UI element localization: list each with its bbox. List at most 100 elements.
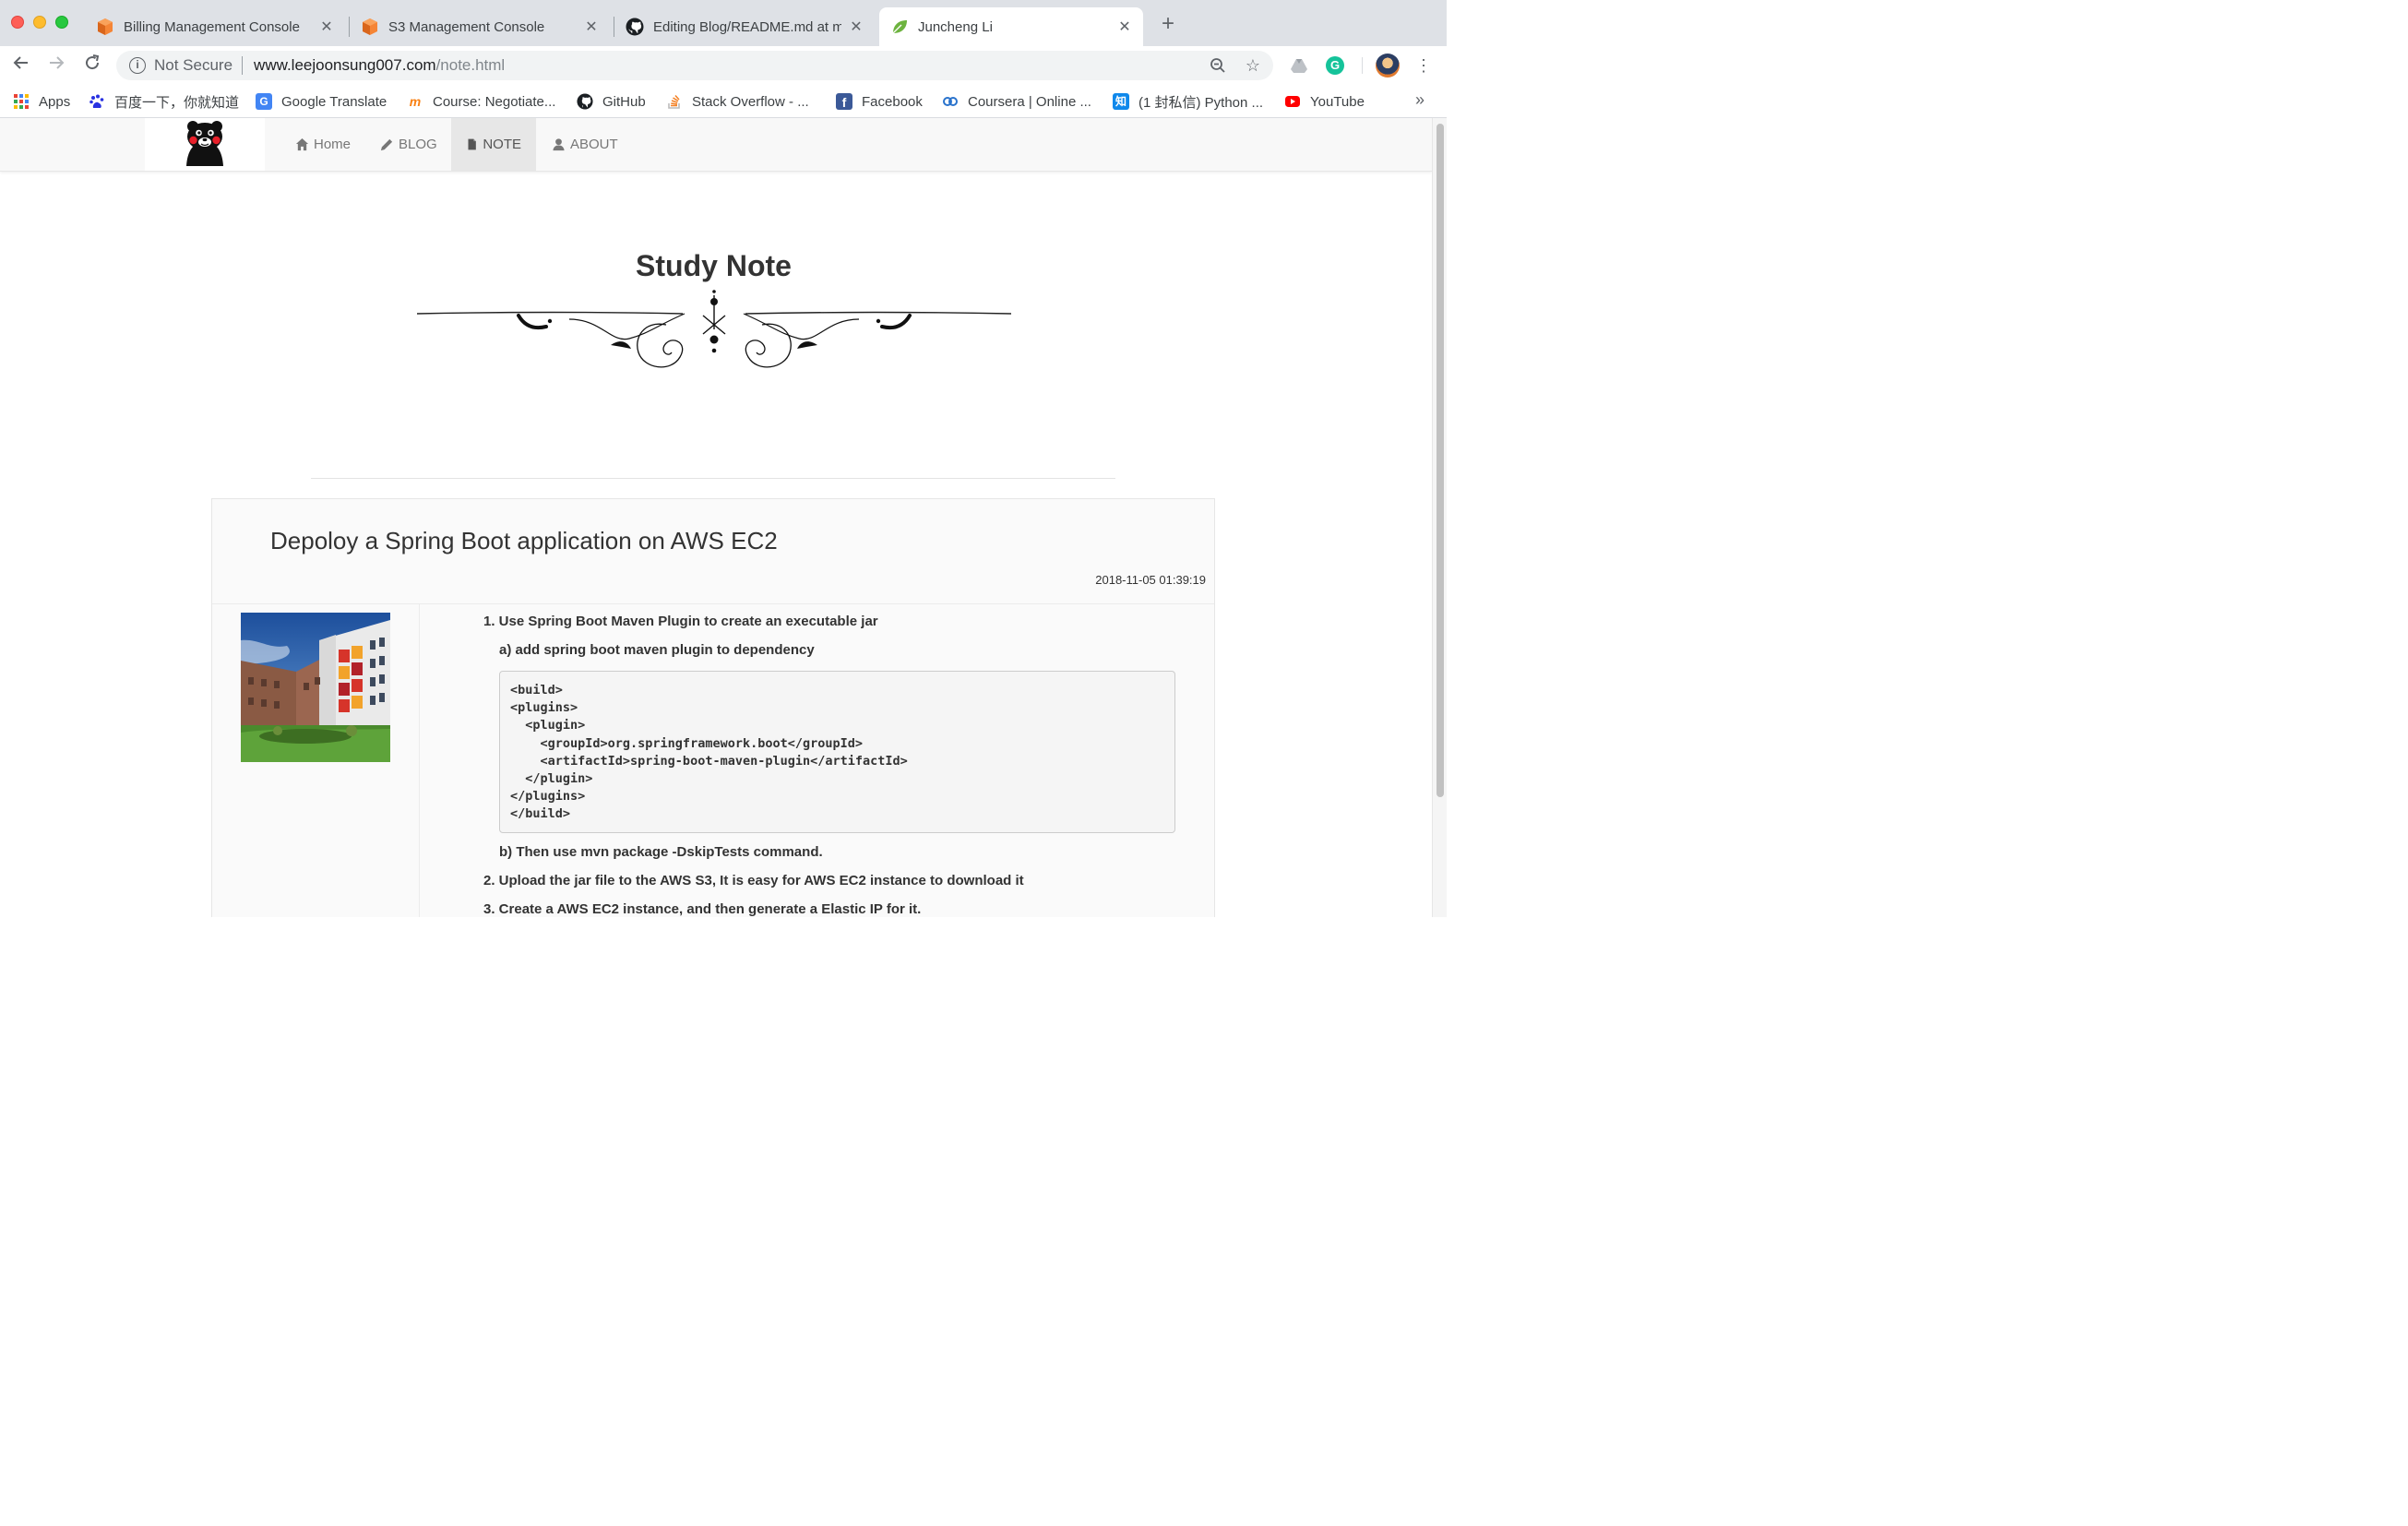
step-1a: a) add spring boot maven plugin to depen… xyxy=(499,642,815,658)
tab-title: S3 Management Console xyxy=(388,18,545,35)
note-sidebar xyxy=(212,604,420,917)
grammarly-icon[interactable]: G xyxy=(1326,56,1344,75)
bookmark-youtube[interactable]: YouTube xyxy=(1284,92,1365,111)
bookmark-apps[interactable]: Apps xyxy=(13,92,70,111)
bookmark-baidu[interactable]: 百度一下，你就知道 xyxy=(89,92,239,111)
step-3: 3. Create a AWS EC2 instance, and then g… xyxy=(483,901,922,917)
step-1: 1. Use Spring Boot Maven Plugin to creat… xyxy=(483,614,878,629)
bookmark-facebook[interactable]: f Facebook xyxy=(836,92,923,111)
aws-cube-icon xyxy=(98,18,113,35)
bookmark-label: Coursera | Online ... xyxy=(968,93,1091,110)
info-icon[interactable]: i xyxy=(129,57,146,74)
bookmark-coursera[interactable]: Coursera | Online ... xyxy=(942,92,1091,111)
leaf-icon xyxy=(892,20,907,34)
note-card: Depoloy a Spring Boot application on AWS… xyxy=(211,498,1215,917)
profile-avatar[interactable] xyxy=(1376,54,1400,77)
baidu-paw-icon xyxy=(89,94,104,108)
bookmark-label: Course: Negotiate... xyxy=(433,93,556,110)
stackoverflow-icon xyxy=(668,95,680,109)
close-icon[interactable]: ✕ xyxy=(1117,18,1132,36)
tab-strip: Billing Management Console ✕ S3 Manageme… xyxy=(0,0,1447,46)
bookmark-google-translate[interactable]: G Google Translate xyxy=(256,92,387,111)
step-2: 2. Upload the jar file to the AWS S3, It… xyxy=(483,873,1024,888)
bookmark-zhihu[interactable]: 知 (1 封私信) Python ... xyxy=(1113,92,1263,111)
page-title: Study Note xyxy=(636,249,792,282)
nav-label: ABOUT xyxy=(570,137,618,152)
moodle-icon: m xyxy=(409,94,422,109)
bookmark-label: GitHub xyxy=(602,93,646,110)
close-icon[interactable]: ✕ xyxy=(849,18,864,36)
menu-kebab-icon[interactable]: ⋮ xyxy=(1412,54,1436,77)
site-logo[interactable] xyxy=(145,118,265,171)
window-minimize-button[interactable] xyxy=(33,16,46,29)
bookmarks-overflow-button[interactable]: » xyxy=(1415,90,1425,110)
bookmark-label: (1 封私信) Python ... xyxy=(1138,94,1264,111)
apps-grid-icon xyxy=(14,94,29,109)
url-path: /note.html xyxy=(435,56,506,74)
tab-title: Juncheng Li xyxy=(918,18,993,35)
zhihu-icon: 知 xyxy=(1113,93,1129,110)
google-translate-icon: G xyxy=(256,93,272,110)
bookmark-course[interactable]: m Course: Negotiate... xyxy=(407,92,556,111)
pencil-icon xyxy=(380,138,393,151)
new-tab-button[interactable]: + xyxy=(1157,13,1179,35)
note-title[interactable]: Depoloy a Spring Boot application on AWS… xyxy=(270,527,778,555)
aws-cube-icon xyxy=(363,18,377,35)
nav-label: Home xyxy=(314,137,352,152)
zoom-icon[interactable] xyxy=(1208,51,1228,80)
bookmark-label: 百度一下，你就知道 xyxy=(114,94,240,111)
nav-note[interactable]: NOTE xyxy=(451,118,536,171)
bookmark-label: Google Translate xyxy=(281,93,387,110)
home-icon xyxy=(295,137,309,151)
note-thumbnail-image[interactable] xyxy=(241,613,390,762)
star-icon[interactable]: ☆ xyxy=(1243,51,1263,80)
step-1b: b) Then use mvn package -DskipTests comm… xyxy=(499,844,823,860)
note-date: 2018-11-05 01:39:19 xyxy=(1095,573,1206,587)
bookmark-label: YouTube xyxy=(1310,93,1365,110)
scrollbar-thumb[interactable] xyxy=(1436,124,1444,797)
tab-billing-console[interactable]: Billing Management Console ✕ xyxy=(85,7,345,46)
code-block: <build> <plugins> <plugin> <groupId>org.… xyxy=(499,671,1175,833)
nav-about[interactable]: ABOUT xyxy=(537,118,633,171)
close-icon[interactable]: ✕ xyxy=(319,18,334,36)
bookmark-label: Stack Overflow - ... xyxy=(692,93,809,110)
toolbar-divider xyxy=(1362,57,1363,74)
decorative-divider-icon xyxy=(417,290,1011,368)
bookmark-label: Facebook xyxy=(862,93,923,110)
nav-home[interactable]: Home xyxy=(280,118,365,171)
tab-title: Editing Blog/README.md at master xyxy=(653,18,841,35)
nav-blog[interactable]: BLOG xyxy=(365,118,452,171)
window-close-button[interactable] xyxy=(11,16,24,29)
url-host: www.leejoonsung007.com xyxy=(254,56,436,74)
reload-button[interactable] xyxy=(80,54,104,77)
address-divider xyxy=(242,56,244,75)
tab-s3-console[interactable]: S3 Management Console ✕ xyxy=(350,7,610,46)
browser-toolbar: i Not Secure www.leejoonsung007.com/note… xyxy=(0,46,1447,85)
window-zoom-button[interactable] xyxy=(55,16,68,29)
reload-icon xyxy=(86,54,100,70)
section-divider xyxy=(311,478,1115,479)
arrow-left-icon xyxy=(13,56,28,69)
google-drive-icon[interactable] xyxy=(1290,56,1308,75)
page-viewport: Home BLOG NOTE ABOUT Study Note Depoloy … xyxy=(0,118,1447,917)
tab-juncheng-li[interactable]: Juncheng Li ✕ xyxy=(879,7,1143,46)
tab-github-readme[interactable]: Editing Blog/README.md at master ✕ xyxy=(614,7,875,46)
github-icon xyxy=(626,18,644,36)
nav-label: NOTE xyxy=(483,137,521,152)
github-icon xyxy=(577,93,593,110)
youtube-icon xyxy=(1285,96,1300,107)
bookmarks-bar: Apps 百度一下，你就知道 G Google Translate m Cour… xyxy=(0,85,1447,118)
close-icon[interactable]: ✕ xyxy=(584,18,599,36)
nav-label: BLOG xyxy=(399,137,437,152)
facebook-icon: f xyxy=(836,93,852,110)
page-scrollbar[interactable] xyxy=(1432,118,1447,917)
file-icon xyxy=(468,138,476,150)
kumamon-logo-icon xyxy=(186,121,223,166)
bookmark-github[interactable]: GitHub xyxy=(577,92,646,111)
user-icon xyxy=(553,138,565,151)
bookmark-stackoverflow[interactable]: Stack Overflow - ... xyxy=(666,92,809,111)
address-bar[interactable]: i Not Secure www.leejoonsung007.com/note… xyxy=(116,51,1273,80)
forward-button[interactable] xyxy=(44,54,68,77)
back-button[interactable] xyxy=(9,54,33,77)
security-label: Not Secure xyxy=(154,56,233,74)
